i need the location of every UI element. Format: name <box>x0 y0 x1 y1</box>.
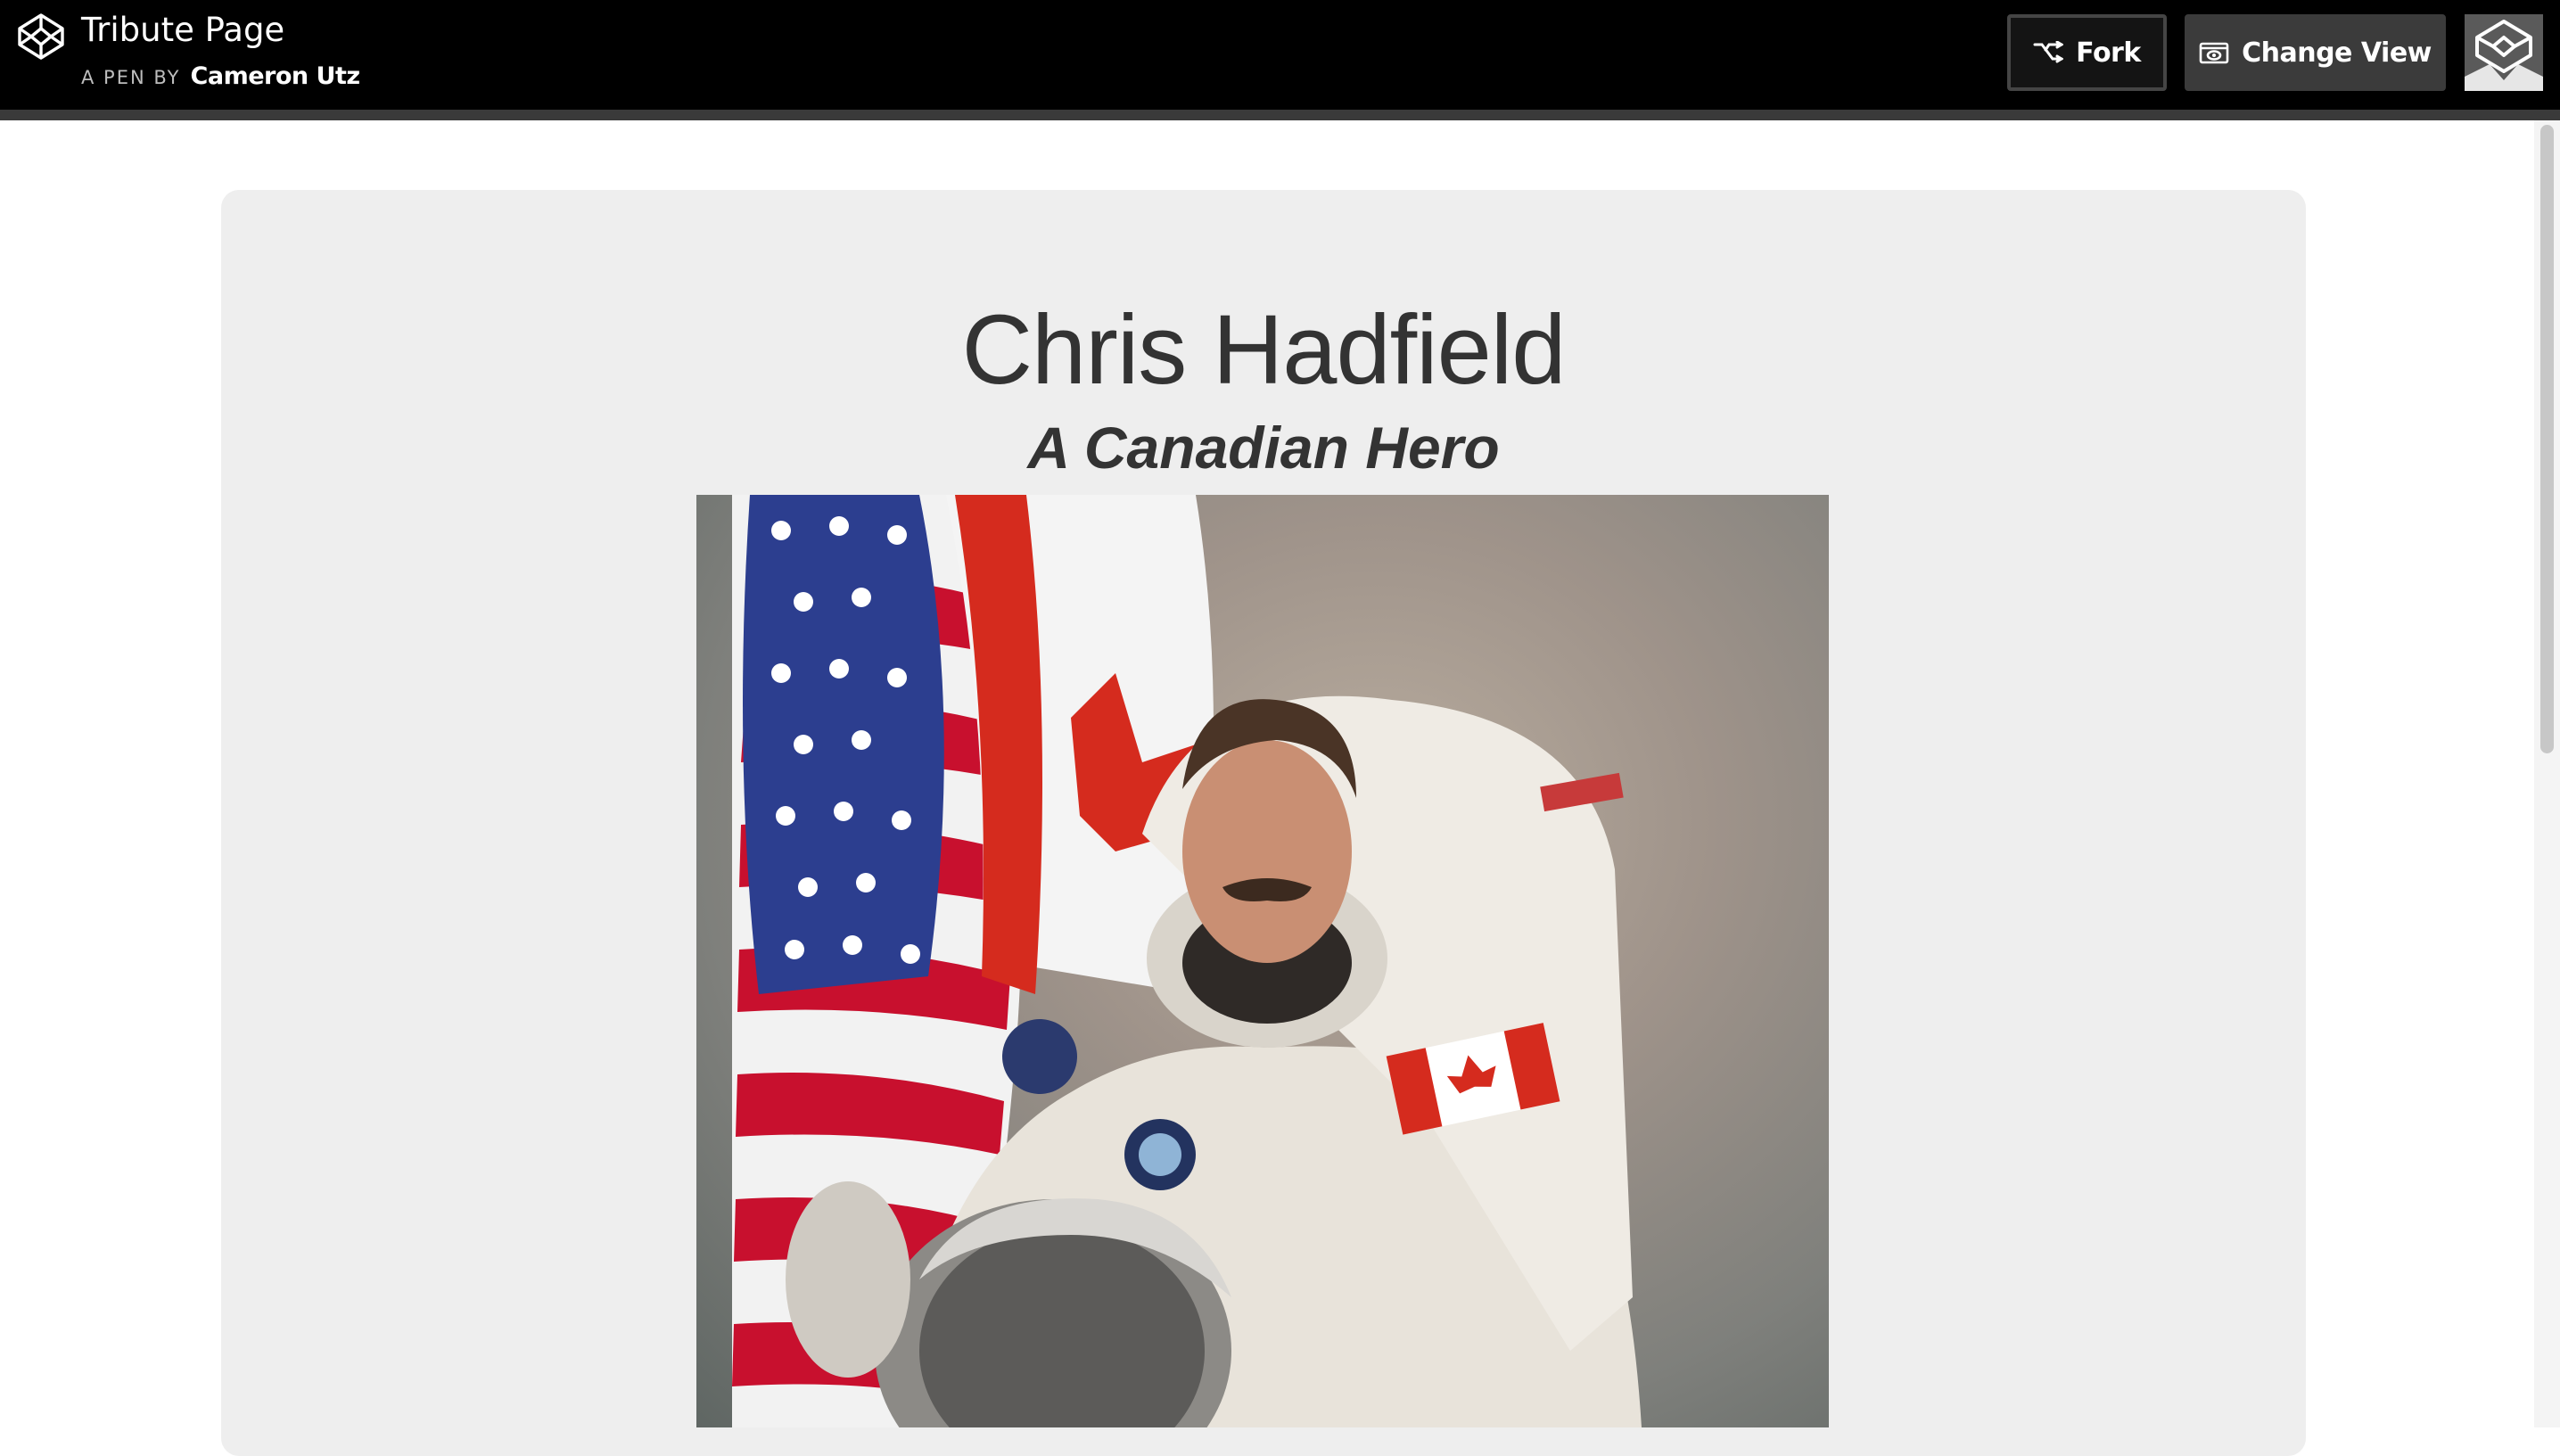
change-view-icon <box>2199 42 2229 64</box>
astronaut-portrait-image <box>696 495 1829 1427</box>
fork-button[interactable]: Fork <box>2007 14 2167 91</box>
codepen-header: Tribute Page A PEN BY Cameron Utz Fork C… <box>0 0 2560 120</box>
author-link[interactable]: Cameron Utz <box>191 62 361 90</box>
scrollbar-thumb[interactable] <box>2540 125 2554 753</box>
change-view-button[interactable]: Change View <box>2185 14 2446 91</box>
user-avatar[interactable] <box>2465 14 2543 91</box>
pen-byline: A PEN BY Cameron Utz <box>81 62 360 90</box>
change-view-label: Change View <box>2242 37 2432 69</box>
fork-icon <box>2033 41 2064 63</box>
page-subtitle: A Canadian Hero <box>1027 415 1500 481</box>
codepen-logo-icon[interactable] <box>17 12 65 61</box>
pen-by-label: A PEN BY <box>81 67 181 88</box>
avatar-icon <box>2465 14 2543 91</box>
page-title: Chris Hadfield <box>961 295 1567 405</box>
pen-title[interactable]: Tribute Page <box>81 11 284 49</box>
fork-label: Fork <box>2076 37 2141 69</box>
